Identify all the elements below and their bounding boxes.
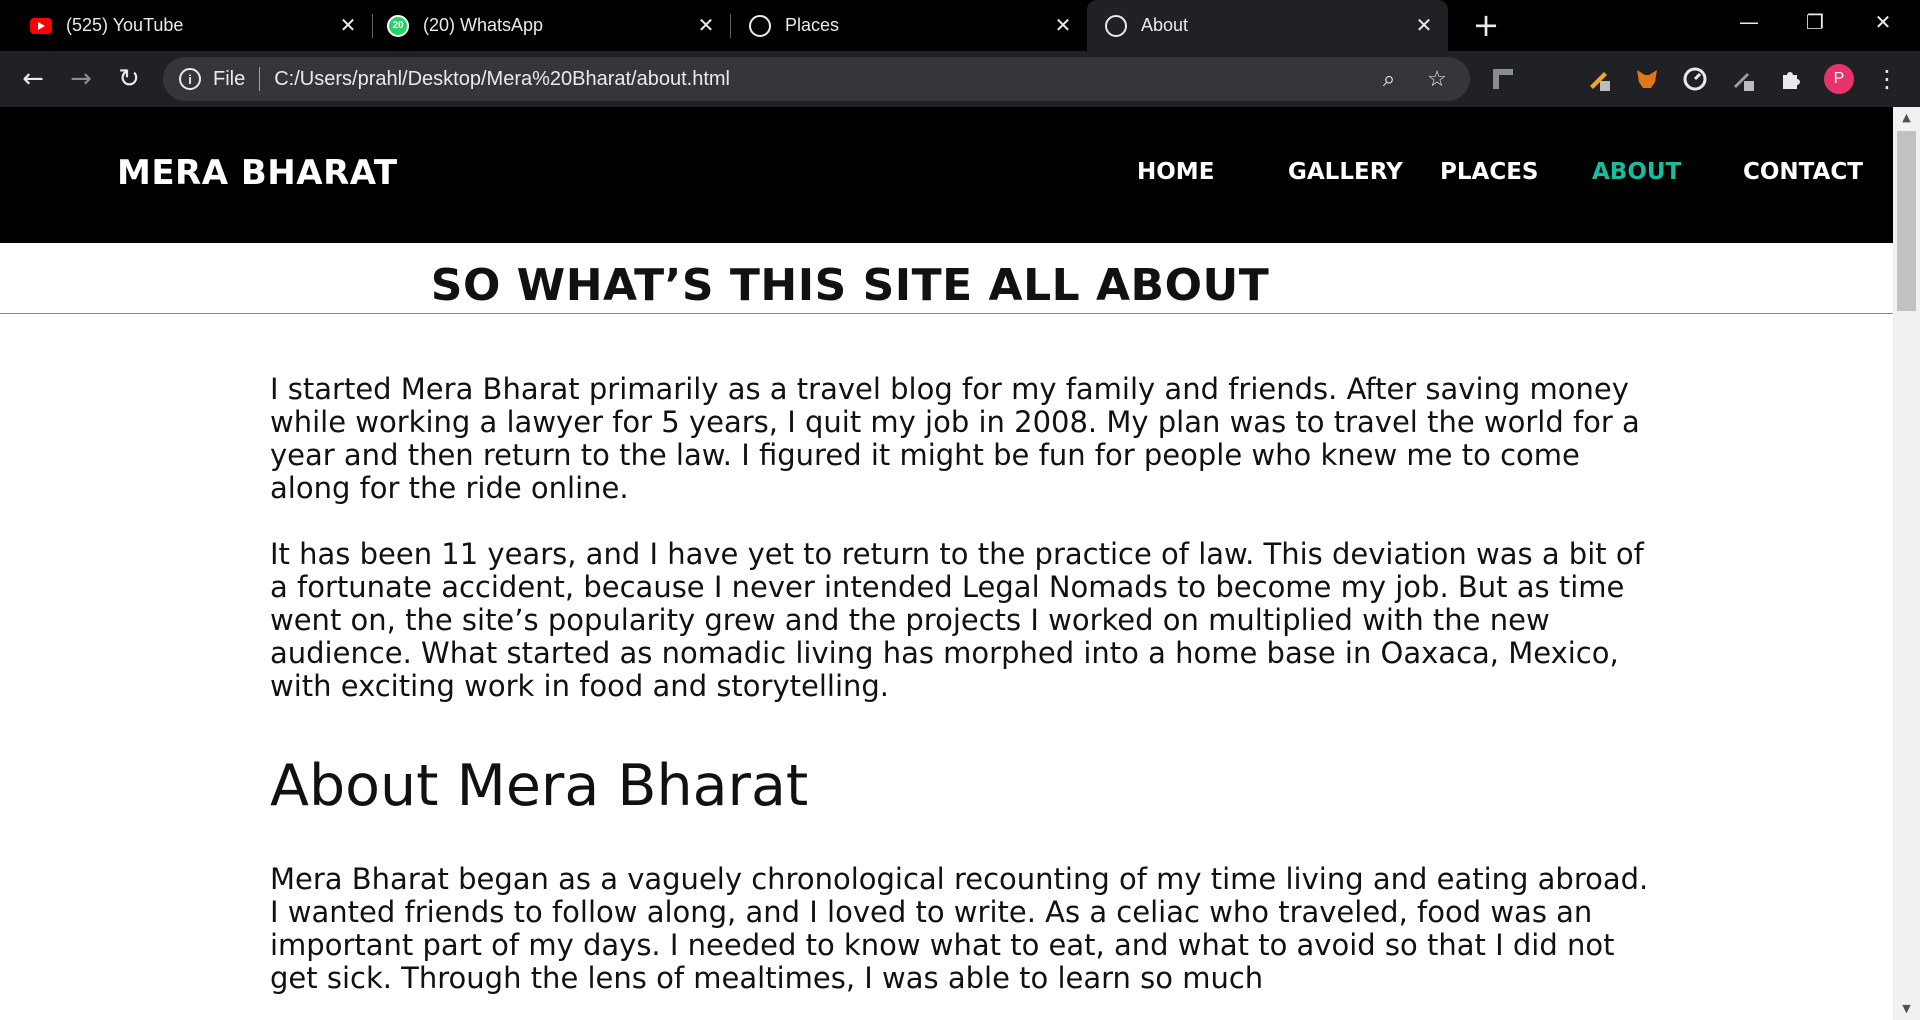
restore-button[interactable]: ❐	[1782, 0, 1848, 44]
bookmark-star-icon[interactable]: ☆	[1422, 66, 1452, 92]
nav-home[interactable]: HOME	[1137, 159, 1214, 185]
globe-icon	[1105, 14, 1127, 37]
url-text[interactable]: C:/Users/prahl/Desktop/Mera%20Bharat/abo…	[274, 68, 1374, 91]
tab-youtube[interactable]: (525) YouTube ✕	[0, 0, 372, 51]
youtube-icon	[30, 17, 52, 34]
pen-extension-icon[interactable]	[1584, 64, 1614, 94]
tab-whatsapp[interactable]: 20 (20) WhatsApp ✕	[373, 0, 730, 51]
close-icon[interactable]: ✕	[1053, 13, 1073, 38]
metamask-fox-icon[interactable]	[1632, 64, 1662, 94]
browser-toolbar: ← → ↻ i File C:/Users/prahl/Desktop/Mera…	[0, 51, 1920, 107]
section-heading: About Mera Bharat	[270, 753, 809, 819]
close-icon[interactable]: ✕	[338, 13, 358, 38]
speedometer-extension-icon[interactable]	[1680, 64, 1710, 94]
tab-title: About	[1141, 15, 1189, 35]
zoom-icon[interactable]: ⌕	[1374, 66, 1404, 92]
ruler-extension-icon[interactable]	[1488, 64, 1518, 94]
page-viewport: MERA BHARAT HOME GALLERY PLACES ABOUT CO…	[0, 107, 1920, 1020]
window-close-button[interactable]: ✕	[1850, 0, 1916, 44]
page-title: SO WHAT’S THIS SITE ALL ABOUT	[430, 260, 1270, 311]
history-paragraph: It has been 11 years, and I have yet to …	[270, 537, 1644, 703]
page-scrollbar[interactable]: ▲ ▼	[1893, 107, 1920, 1020]
forward-button[interactable]: →	[62, 60, 100, 98]
scheme-label: File	[213, 67, 246, 90]
puzzle-extensions-icon[interactable]	[1776, 64, 1806, 94]
pencil-extension-icon[interactable]	[1728, 64, 1758, 94]
tab-about[interactable]: About ✕	[1087, 0, 1448, 51]
about-content: I started Mera Bharat primarily as a tra…	[270, 373, 1650, 1020]
title-divider	[0, 313, 1893, 314]
scroll-down-arrow-icon[interactable]: ▼	[1893, 998, 1920, 1020]
nav-gallery[interactable]: GALLERY	[1288, 159, 1403, 185]
menu-kebab-icon[interactable]: ⋮	[1868, 60, 1906, 98]
profile-avatar[interactable]: P	[1824, 64, 1854, 94]
scroll-up-arrow-icon[interactable]: ▲	[1893, 107, 1920, 129]
close-icon[interactable]: ✕	[1414, 13, 1434, 38]
scroll-thumb[interactable]	[1897, 131, 1916, 311]
address-bar[interactable]: i File C:/Users/prahl/Desktop/Mera%20Bha…	[163, 57, 1470, 101]
info-icon[interactable]: i	[179, 68, 201, 90]
tab-title: Places	[785, 15, 840, 35]
site-logo[interactable]: MERA BHARAT	[117, 153, 398, 193]
whatsapp-icon: 20	[387, 14, 409, 37]
back-button[interactable]: ←	[14, 60, 52, 98]
intro-paragraph: I started Mera Bharat primarily as a tra…	[270, 372, 1640, 505]
section-paragraph: Mera Bharat began as a vaguely chronolog…	[270, 862, 1649, 995]
nav-about[interactable]: ABOUT	[1592, 159, 1681, 185]
globe-icon	[749, 14, 771, 37]
close-icon[interactable]: ✕	[696, 13, 716, 38]
new-tab-button[interactable]: +	[1468, 8, 1504, 44]
reload-button[interactable]: ↻	[110, 60, 148, 98]
tab-title: (525) YouTube	[66, 15, 184, 35]
tab-title: (20) WhatsApp	[423, 15, 544, 35]
browser-tab-bar: (525) YouTube ✕ 20 (20) WhatsApp ✕ Place…	[0, 0, 1920, 51]
tab-places[interactable]: Places ✕	[731, 0, 1087, 51]
omnibox-divider	[259, 67, 261, 91]
nav-contact[interactable]: CONTACT	[1743, 159, 1863, 185]
minimize-button[interactable]: —	[1716, 0, 1782, 44]
site-header: MERA BHARAT HOME GALLERY PLACES ABOUT CO…	[0, 107, 1893, 243]
nav-places[interactable]: PLACES	[1440, 159, 1538, 185]
